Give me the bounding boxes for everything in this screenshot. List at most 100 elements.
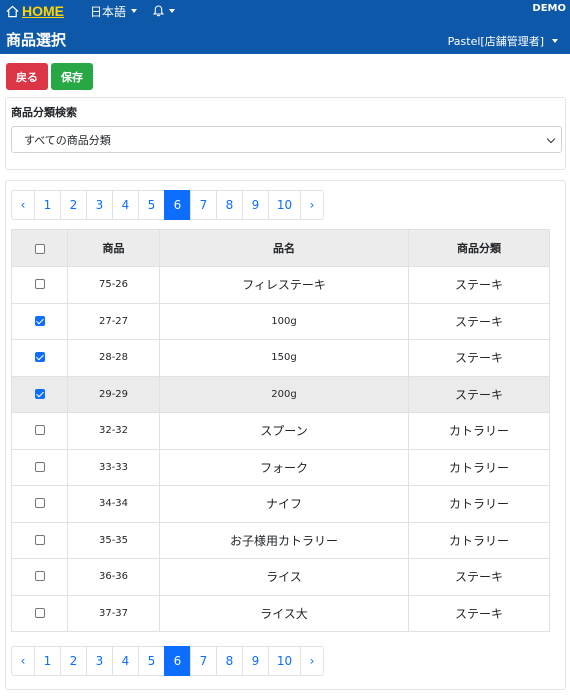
page-link[interactable]: 1 [34, 190, 61, 220]
product-name: スプーン [159, 412, 409, 450]
page-prev-button[interactable]: ‹ [11, 190, 35, 220]
row-select-cell [11, 521, 68, 559]
row-checkbox[interactable] [34, 388, 45, 399]
page-link-active[interactable]: 6 [164, 190, 191, 220]
page-next-button[interactable]: › [300, 190, 324, 220]
page-link[interactable]: 10 [268, 646, 301, 676]
row-checkbox[interactable] [34, 315, 45, 326]
select-all-header [11, 229, 68, 267]
column-header-category: 商品分類 [408, 229, 550, 267]
page-link[interactable]: 3 [86, 190, 113, 220]
table-row[interactable]: 27-27 100g ステーキ [11, 302, 550, 340]
row-select-cell [11, 558, 68, 596]
row-checkbox[interactable] [34, 534, 45, 545]
language-dropdown[interactable]: 日本語 [90, 2, 138, 20]
product-category: ステーキ [408, 339, 550, 377]
product-code: 35-35 [67, 521, 160, 559]
product-name: 100g [159, 302, 409, 340]
chevron-down-icon [552, 39, 558, 43]
home-label: HOME [22, 3, 64, 19]
home-link[interactable]: HOME [6, 2, 64, 20]
table-header-row: 商品 品名 商品分類 [11, 229, 550, 267]
product-code: 32-32 [67, 412, 160, 450]
table-row[interactable]: 35-35 お子様用カトラリー カトラリー [11, 521, 550, 559]
page-link[interactable]: 9 [242, 190, 269, 220]
page-link[interactable]: 9 [242, 646, 269, 676]
product-category: ステーキ [408, 302, 550, 340]
row-select-cell [11, 302, 68, 340]
chevron-down-icon [169, 9, 175, 13]
product-category: カトラリー [408, 448, 550, 486]
row-checkbox[interactable] [34, 607, 45, 618]
language-label: 日本語 [90, 4, 127, 19]
product-category: ステーキ [408, 558, 550, 596]
row-select-cell [11, 375, 68, 413]
row-select-cell [11, 485, 68, 523]
product-category: カトラリー [408, 521, 550, 559]
column-header-name: 品名 [159, 229, 409, 267]
product-name: 200g [159, 375, 409, 413]
product-name: ナイフ [159, 485, 409, 523]
row-checkbox[interactable] [34, 352, 45, 363]
chevron-down-icon [546, 134, 556, 144]
page-link[interactable]: 10 [268, 190, 301, 220]
category-search-panel: 商品分類検索 すべての商品分類 [5, 97, 566, 170]
save-button[interactable]: 保存 [51, 63, 93, 90]
chevron-down-icon [131, 9, 138, 13]
product-category: ステーキ [408, 594, 550, 632]
page-link[interactable]: 3 [86, 646, 113, 676]
product-category: ステーキ [408, 375, 550, 413]
product-code: 34-34 [67, 485, 160, 523]
page-link[interactable]: 1 [34, 646, 61, 676]
page-link[interactable]: 7 [190, 646, 217, 676]
table-row[interactable]: 36-36 ライス ステーキ [11, 558, 550, 596]
table-row[interactable]: 75-26 フィレステーキ ステーキ [11, 266, 550, 304]
table-row[interactable]: 37-37 ライス大 ステーキ [11, 594, 550, 632]
page-prev-button[interactable]: ‹ [11, 646, 35, 676]
app-header: HOME 日本語 DEMO 商品選択 Pastel[店舗管理者] [0, 0, 570, 54]
product-code: 27-27 [67, 302, 160, 340]
row-checkbox[interactable] [34, 571, 45, 582]
user-menu[interactable]: Pastel[店舗管理者] [448, 33, 558, 49]
row-checkbox[interactable] [34, 279, 45, 290]
page-link[interactable]: 2 [60, 646, 87, 676]
row-select-cell [11, 266, 68, 304]
table-row[interactable]: 32-32 スプーン カトラリー [11, 412, 550, 450]
page-link[interactable]: 4 [112, 190, 139, 220]
category-select-value: すべての商品分類 [24, 133, 111, 147]
page-link[interactable]: 5 [138, 646, 165, 676]
pagination-bottom: ‹ 1 2 3 4 5 6 7 8 9 10 › [11, 646, 324, 676]
page-next-button[interactable]: › [300, 646, 324, 676]
environment-badge: DEMO [532, 3, 566, 14]
product-table: 商品 品名 商品分類 75-26 フィレステーキ ステーキ 27-27 100g… [11, 229, 550, 632]
row-checkbox[interactable] [34, 461, 45, 472]
product-category: カトラリー [408, 485, 550, 523]
table-row[interactable]: 33-33 フォーク カトラリー [11, 448, 550, 486]
table-row-hovered[interactable]: 29-29 200g ステーキ [11, 375, 550, 413]
page-link-active[interactable]: 6 [164, 646, 191, 676]
row-checkbox[interactable] [34, 498, 45, 509]
page-link[interactable]: 8 [216, 646, 243, 676]
page-link[interactable]: 7 [190, 190, 217, 220]
row-select-cell [11, 448, 68, 486]
product-code: 33-33 [67, 448, 160, 486]
category-select[interactable]: すべての商品分類 [11, 126, 562, 153]
bell-icon [153, 5, 164, 17]
page-link[interactable]: 8 [216, 190, 243, 220]
user-name: Pastel[店舗管理者] [447, 35, 544, 48]
page-link[interactable]: 5 [138, 190, 165, 220]
table-row[interactable]: 34-34 ナイフ カトラリー [11, 485, 550, 523]
product-name: フィレステーキ [159, 266, 409, 304]
back-button[interactable]: 戻る [6, 63, 48, 90]
page-link[interactable]: 2 [60, 190, 87, 220]
product-list-panel: ‹ 1 2 3 4 5 6 7 8 9 10 › 商品 品名 商品分類 75-2… [5, 180, 566, 690]
page-link[interactable]: 4 [112, 646, 139, 676]
select-all-checkbox[interactable] [34, 243, 45, 254]
row-checkbox[interactable] [34, 425, 45, 436]
row-select-cell [11, 594, 68, 632]
table-row[interactable]: 28-28 150g ステーキ [11, 339, 550, 377]
row-select-cell [11, 339, 68, 377]
product-category: ステーキ [408, 266, 550, 304]
notifications-dropdown[interactable] [153, 2, 175, 20]
product-code: 29-29 [67, 375, 160, 413]
